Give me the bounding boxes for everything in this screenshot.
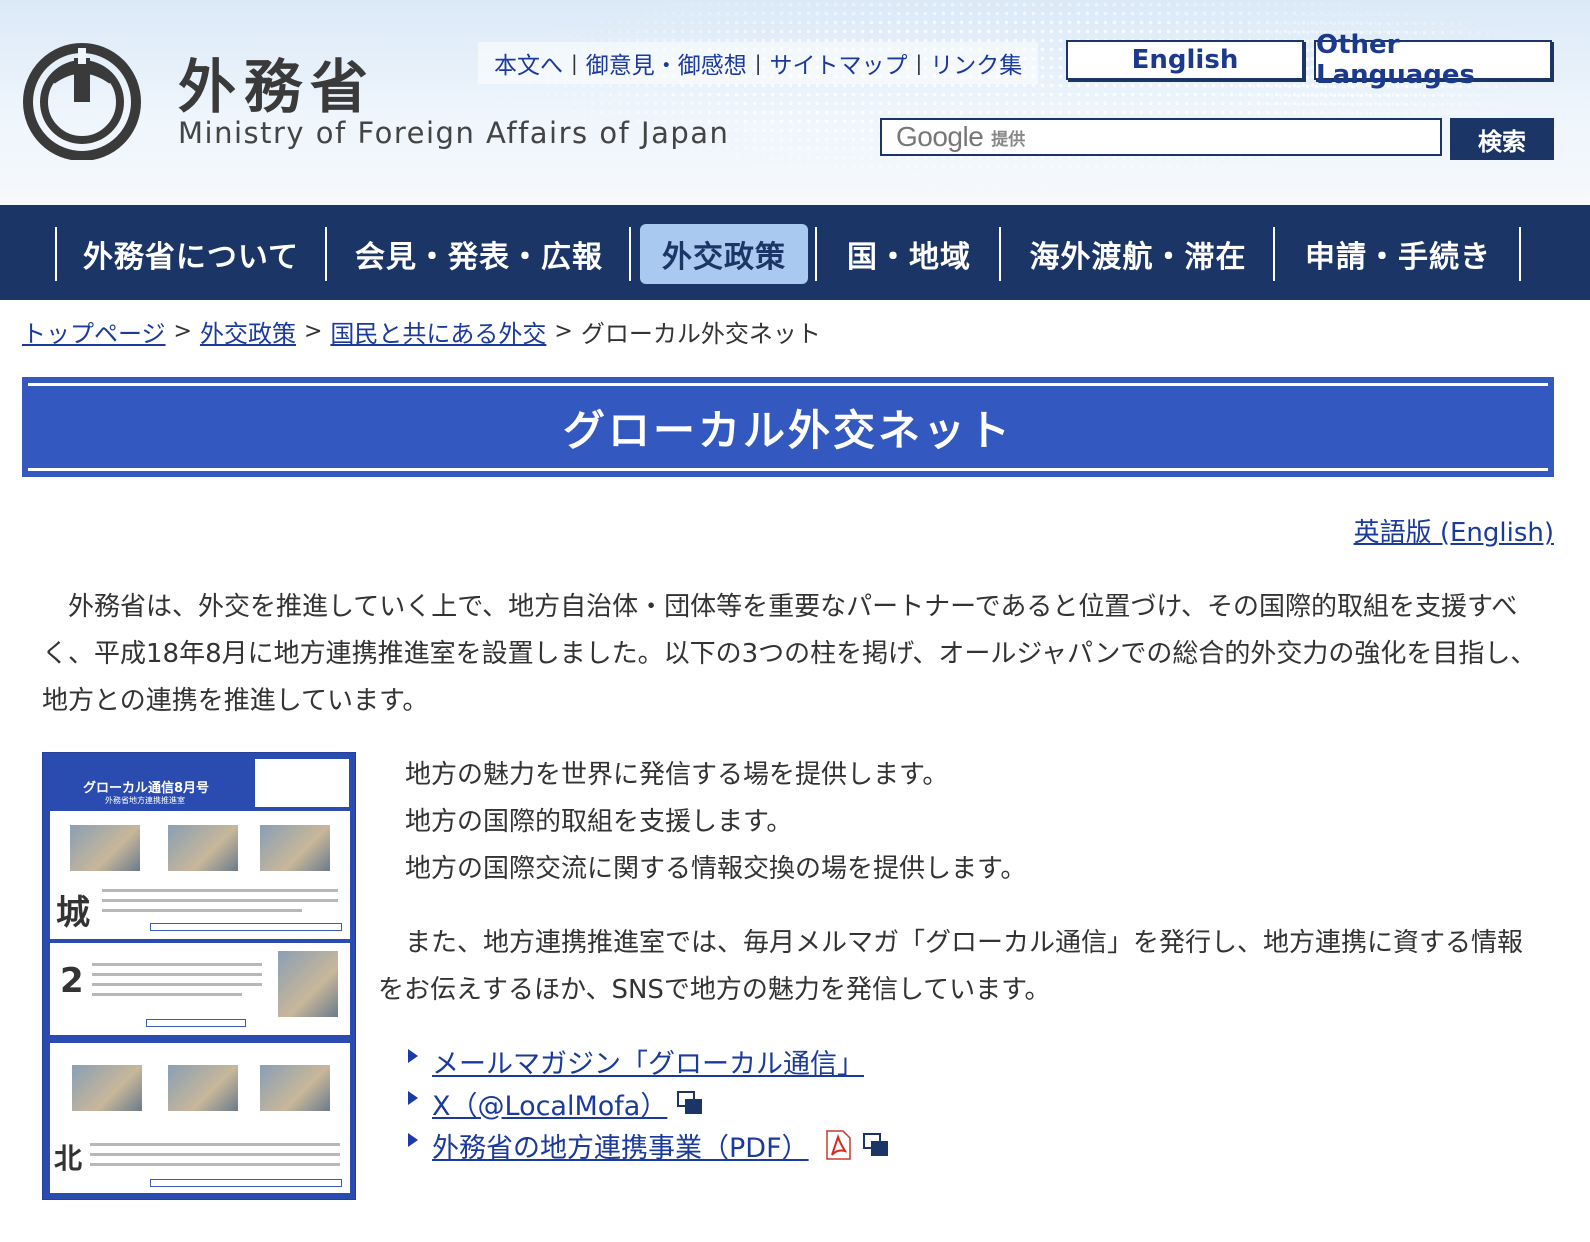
x-account-link[interactable]: X（@LocalMofa） <box>432 1084 667 1123</box>
newsletter-paragraph: また、地方連携推進室では、毎月メルマガ「グローカル通信」を発行し、地方連携に資す… <box>378 928 1524 1005</box>
external-window-icon <box>677 1091 703 1114</box>
related-links: メールマガジン「グローカル通信」 X（@LocalMofa） 外務省の地方連携事… <box>408 1040 889 1166</box>
page-title: グローカル外交ネット <box>562 405 1013 455</box>
nav-item-travel[interactable]: 海外渡航・滞在 <box>1001 223 1275 285</box>
breadcrumb-current: グローカル外交ネット <box>580 320 821 348</box>
english-button[interactable]: English <box>1066 40 1304 80</box>
nav-item-foreign-policy[interactable]: 外交政策 <box>631 223 817 285</box>
newsletter-thumbnail[interactable]: グローカル通信8月号 外務省地方連携推進室 城 2 北 <box>42 752 356 1200</box>
nav-item-label: 申請・手続き <box>1305 240 1491 275</box>
pillar-item: 地方の国際交流に関する情報交換の場を提供します。 <box>405 854 1027 884</box>
breadcrumb-separator: > <box>303 319 323 344</box>
separator: | <box>754 51 762 75</box>
separator: | <box>915 51 923 75</box>
pillars-list: 地方の魅力を世界に発信する場を提供します。 地方の国際的取組を支援します。 地方… <box>405 752 1026 893</box>
section-char: 2 <box>60 961 84 1001</box>
skip-to-content-link[interactable]: 本文へ <box>486 46 571 80</box>
nav-item-label: 会見・発表・広報 <box>355 240 603 275</box>
site-logo-japanese[interactable]: 外務省 <box>178 40 376 124</box>
google-brand-label: Google <box>896 121 984 152</box>
separator: | <box>571 51 578 75</box>
breadcrumb-separator: > <box>554 319 573 344</box>
nav-item-label: 外務省について <box>82 240 300 275</box>
breadcrumb-separator: > <box>173 319 192 344</box>
newsletter-issue-badge <box>255 759 349 807</box>
newsletter-header: グローカル通信8月号 外務省地方連携推進室 <box>43 753 355 808</box>
bullet-triangle-icon <box>408 1091 418 1105</box>
site-header: 外務省 Ministry of Foreign Affairs of Japan… <box>0 0 1590 205</box>
english-version-link[interactable]: 英語版 (English) <box>1354 512 1554 549</box>
nav-item-label: 海外渡航・滞在 <box>1029 240 1247 275</box>
sitemap-link[interactable]: サイトマップ <box>762 46 916 80</box>
nav-item-countries[interactable]: 国・地域 <box>817 223 1001 285</box>
feedback-link[interactable]: 御意見・御感想 <box>578 46 755 80</box>
newsletter-section: 城 <box>50 811 350 939</box>
site-logo-english[interactable]: Ministry of Foreign Affairs of Japan <box>178 116 729 150</box>
link-item: X（@LocalMofa） <box>408 1082 889 1124</box>
mofa-emblem-icon[interactable] <box>22 40 142 160</box>
pdf-icon <box>825 1130 851 1160</box>
nav-item-about[interactable]: 外務省について <box>55 223 327 285</box>
breadcrumb-foreign-policy-link[interactable]: 外交政策 <box>200 314 296 349</box>
nav-list: 外務省について 会見・発表・広報 外交政策 国・地域 海外渡航・滞在 申請・手続… <box>55 223 1521 285</box>
other-languages-button[interactable]: Other Languages <box>1314 30 1552 90</box>
newsletter-title: グローカル通信8月号 <box>83 781 210 796</box>
nav-item-label: 外交政策 <box>662 240 786 275</box>
regional-projects-pdf-link[interactable]: 外務省の地方連携事業（PDF） <box>432 1126 809 1165</box>
newsletter-subtitle: 外務省地方連携推進室 <box>105 796 185 805</box>
newsletter-section: 2 <box>50 943 350 1035</box>
nav-item-press[interactable]: 会見・発表・広報 <box>327 223 631 285</box>
search-button[interactable]: 検索 <box>1450 118 1554 160</box>
bullet-triangle-icon <box>408 1049 418 1063</box>
external-window-icon <box>862 1133 888 1156</box>
search-input[interactable]: Google 提供 <box>880 118 1442 156</box>
page-title-banner: グローカル外交ネット <box>22 377 1554 477</box>
section-char: 北 <box>54 1142 83 1175</box>
provided-label: 提供 <box>991 129 1026 150</box>
mail-magazine-link[interactable]: メールマガジン「グローカル通信」 <box>432 1042 864 1081</box>
breadcrumb-public-diplomacy-link[interactable]: 国民と共にある外交 <box>330 314 546 349</box>
bullet-triangle-icon <box>408 1133 418 1147</box>
breadcrumb-top-link[interactable]: トップページ <box>22 314 166 349</box>
links-collection-link[interactable]: リンク集 <box>922 46 1030 80</box>
pillar-item: 地方の魅力を世界に発信する場を提供します。 <box>405 760 949 790</box>
pillar-item: 地方の国際的取組を支援します。 <box>405 807 793 837</box>
breadcrumb: トップページ > 外交政策 > 国民と共にある外交 > グローカル外交ネット <box>22 314 821 349</box>
link-item: 外務省の地方連携事業（PDF） <box>408 1124 889 1166</box>
newsletter-section: 北 <box>50 1043 350 1193</box>
global-nav: 外務省について 会見・発表・広報 外交政策 国・地域 海外渡航・滞在 申請・手続… <box>0 205 1590 300</box>
nav-item-procedures[interactable]: 申請・手続き <box>1275 223 1521 285</box>
link-item: メールマガジン「グローカル通信」 <box>408 1040 889 1082</box>
utility-links: 本文へ | 御意見・御感想 | サイトマップ | リンク集 <box>478 42 1039 84</box>
intro-paragraph: 外務省は、外交を推進していく上で、地方自治体・団体等を重要なパートナーであると位… <box>42 592 1537 716</box>
nav-item-label: 国・地域 <box>847 240 971 275</box>
section-char: 城 <box>56 893 90 933</box>
